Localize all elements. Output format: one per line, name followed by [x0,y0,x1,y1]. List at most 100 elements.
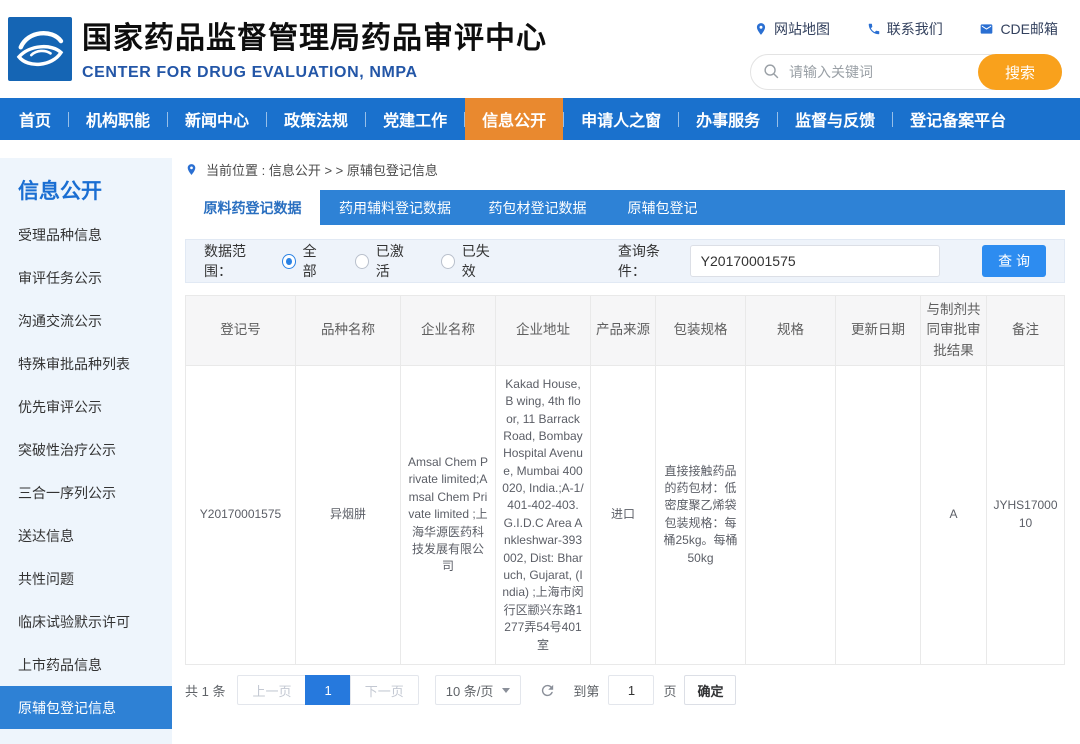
sidebar-item-review-tasks[interactable]: 审评任务公示 [0,256,172,299]
goto-page-input[interactable] [608,675,654,705]
cde-logo [8,17,72,81]
scope-label: 数据范围： [204,241,270,281]
search-icon [763,63,780,80]
col-product-source: 产品来源 [591,296,656,366]
confirm-button[interactable]: 确定 [684,675,736,705]
cell-variety-name: 异烟肼 [296,365,401,664]
contact-label: 联系我们 [887,19,943,39]
table-row: Y20170001575 异烟肼 Amsal Chem Private limi… [186,365,1065,664]
main-nav: 首页 机构职能 新闻中心 政策法规 党建工作 信息公开 申请人之窗 办事服务 监… [0,98,1080,140]
cell-spec [746,365,836,664]
breadcrumb-text: 当前位置 : 信息公开 > > 原辅包登记信息 [206,160,438,179]
col-company-name: 企业名称 [401,296,496,366]
contact-link[interactable]: 联系我们 [867,19,943,39]
cell-company-address: Kakad House, B wing, 4th floor, 11 Barra… [496,365,591,664]
sidebar-item-three-in-one[interactable]: 三合一序列公示 [0,471,172,514]
sidebar-item-clinical-trial[interactable]: 临床试验默示许可 [0,600,172,643]
col-registration-no: 登记号 [186,296,296,366]
sidebar-item-communication[interactable]: 沟通交流公示 [0,299,172,342]
page-number-1[interactable]: 1 [305,675,350,705]
phone-icon [867,22,881,36]
filter-bar: 数据范围： 全部 已激活 已失效 查询条件： 查 询 [185,239,1065,283]
total-count: 共 1 条 [185,681,225,700]
radio-all-label: 全部 [303,241,328,281]
cell-remarks: JYHS1700010 [987,365,1065,664]
quick-links: 网站地图 联系我们 CDE邮箱 [750,19,1062,39]
col-variety-name: 品种名称 [296,296,401,366]
nav-item-home[interactable]: 首页 [2,98,68,140]
mail-link[interactable]: CDE邮箱 [979,19,1058,39]
pagination: 共 1 条 上一页 1 下一页 10 条/页 到第 页 确定 [185,675,1065,705]
radio-expired-label: 已失效 [462,241,500,281]
nav-item-party[interactable]: 党建工作 [366,98,464,140]
radio-activated-label: 已激活 [376,241,414,281]
nav-item-news[interactable]: 新闻中心 [168,98,266,140]
breadcrumb: 当前位置 : 信息公开 > > 原辅包登记信息 [185,158,1065,180]
goto-page-unit: 页 [663,681,676,700]
nav-item-services[interactable]: 办事服务 [679,98,777,140]
sidebar-item-common-issues[interactable]: 共性问题 [0,557,172,600]
query-condition-label: 查询条件： [618,241,684,281]
cell-company-name: Amsal Chem Private limited;Amsal Chem Pr… [401,365,496,664]
nav-item-applicant-window[interactable]: 申请人之窗 [564,98,678,140]
search-button[interactable]: 搜索 [978,54,1062,90]
breadcrumb-pin-icon [185,163,198,176]
radio-expired[interactable]: 已失效 [441,241,500,281]
content-area: 当前位置 : 信息公开 > > 原辅包登记信息 原料药登记数据 药用辅料登记数据… [185,158,1065,705]
next-page-button[interactable]: 下一页 [350,675,419,705]
radio-all[interactable]: 全部 [282,241,328,281]
refresh-icon [539,682,556,699]
radio-unselected-icon [441,254,455,269]
page-size-select[interactable]: 10 条/页 [435,675,522,705]
dropdown-arrow-icon [502,688,510,693]
sidebar-item-breakthrough-therapy[interactable]: 突破性治疗公示 [0,428,172,471]
site-header: 国家药品监督管理局药品审评中心 CENTER FOR DRUG EVALUATI… [0,0,1080,98]
mail-icon [979,22,994,36]
sidebar-item-raw-excipient-registration[interactable]: 原辅包登记信息 [0,686,172,729]
sitemap-label: 网站地图 [774,19,830,39]
tab-raw-excipient[interactable]: 原辅包登记 [605,190,720,225]
tab-excipient-registration[interactable]: 药用辅料登记数据 [320,190,470,225]
tab-api-registration[interactable]: 原料药登记数据 [185,190,320,225]
sitemap-link[interactable]: 网站地图 [754,19,830,39]
col-packaging-spec: 包装规格 [656,296,746,366]
sidebar-title: 信息公开 [0,158,172,213]
cell-registration-no: Y20170001575 [186,365,296,664]
title-block: 国家药品监督管理局药品审评中心 CENTER FOR DRUG EVALUATI… [82,13,547,82]
nav-item-supervision[interactable]: 监督与反馈 [778,98,892,140]
cell-packaging-spec: 直接接触药品的药包材：低密度聚乙烯袋包装规格：每桶25kg。每桶50kg [656,365,746,664]
refresh-button[interactable] [539,682,556,699]
sidebar-item-marketed-drugs[interactable]: 上市药品信息 [0,643,172,686]
nav-item-functions[interactable]: 机构职能 [69,98,167,140]
nav-item-registration-platform[interactable]: 登记备案平台 [893,98,1023,140]
cell-joint-review-result: A [921,365,987,664]
col-joint-review-result: 与制剂共同审批审批结果 [921,296,987,366]
nav-item-policy[interactable]: 政策法规 [267,98,365,140]
prev-page-button[interactable]: 上一页 [237,675,306,705]
sidebar-item-priority-review[interactable]: 优先审评公示 [0,385,172,428]
cell-product-source: 进口 [591,365,656,664]
radio-selected-icon [282,254,296,269]
goto-page-label: 到第 [573,681,599,700]
mail-label: CDE邮箱 [1000,19,1058,39]
cde-logo-icon [12,21,68,77]
radio-activated[interactable]: 已激活 [355,241,414,281]
sidebar: 信息公开 受理品种信息 审评任务公示 沟通交流公示 特殊审批品种列表 优先审评公… [0,158,172,744]
location-pin-icon [754,22,768,36]
nav-item-info-disclosure[interactable]: 信息公开 [465,98,563,140]
tab-packaging-registration[interactable]: 药包材登记数据 [470,190,605,225]
sidebar-item-accepted-varieties[interactable]: 受理品种信息 [0,213,172,256]
sidebar-item-special-approval[interactable]: 特殊审批品种列表 [0,342,172,385]
page-size-value: 10 条/页 [446,681,494,700]
query-condition-input[interactable] [690,245,940,277]
search-bar: 搜索 [750,54,1062,90]
query-button[interactable]: 查 询 [982,245,1046,277]
header-right: 网站地图 联系我们 CDE邮箱 搜索 [750,19,1062,90]
cell-update-date [836,365,921,664]
sidebar-list: 受理品种信息 审评任务公示 沟通交流公示 特殊审批品种列表 优先审评公示 突破性… [0,213,172,729]
site-title: 国家药品监督管理局药品审评中心 [82,13,547,57]
col-company-address: 企业地址 [496,296,591,366]
col-spec: 规格 [746,296,836,366]
sidebar-item-delivery-info[interactable]: 送达信息 [0,514,172,557]
site-subtitle: CENTER FOR DRUG EVALUATION, NMPA [82,64,547,82]
